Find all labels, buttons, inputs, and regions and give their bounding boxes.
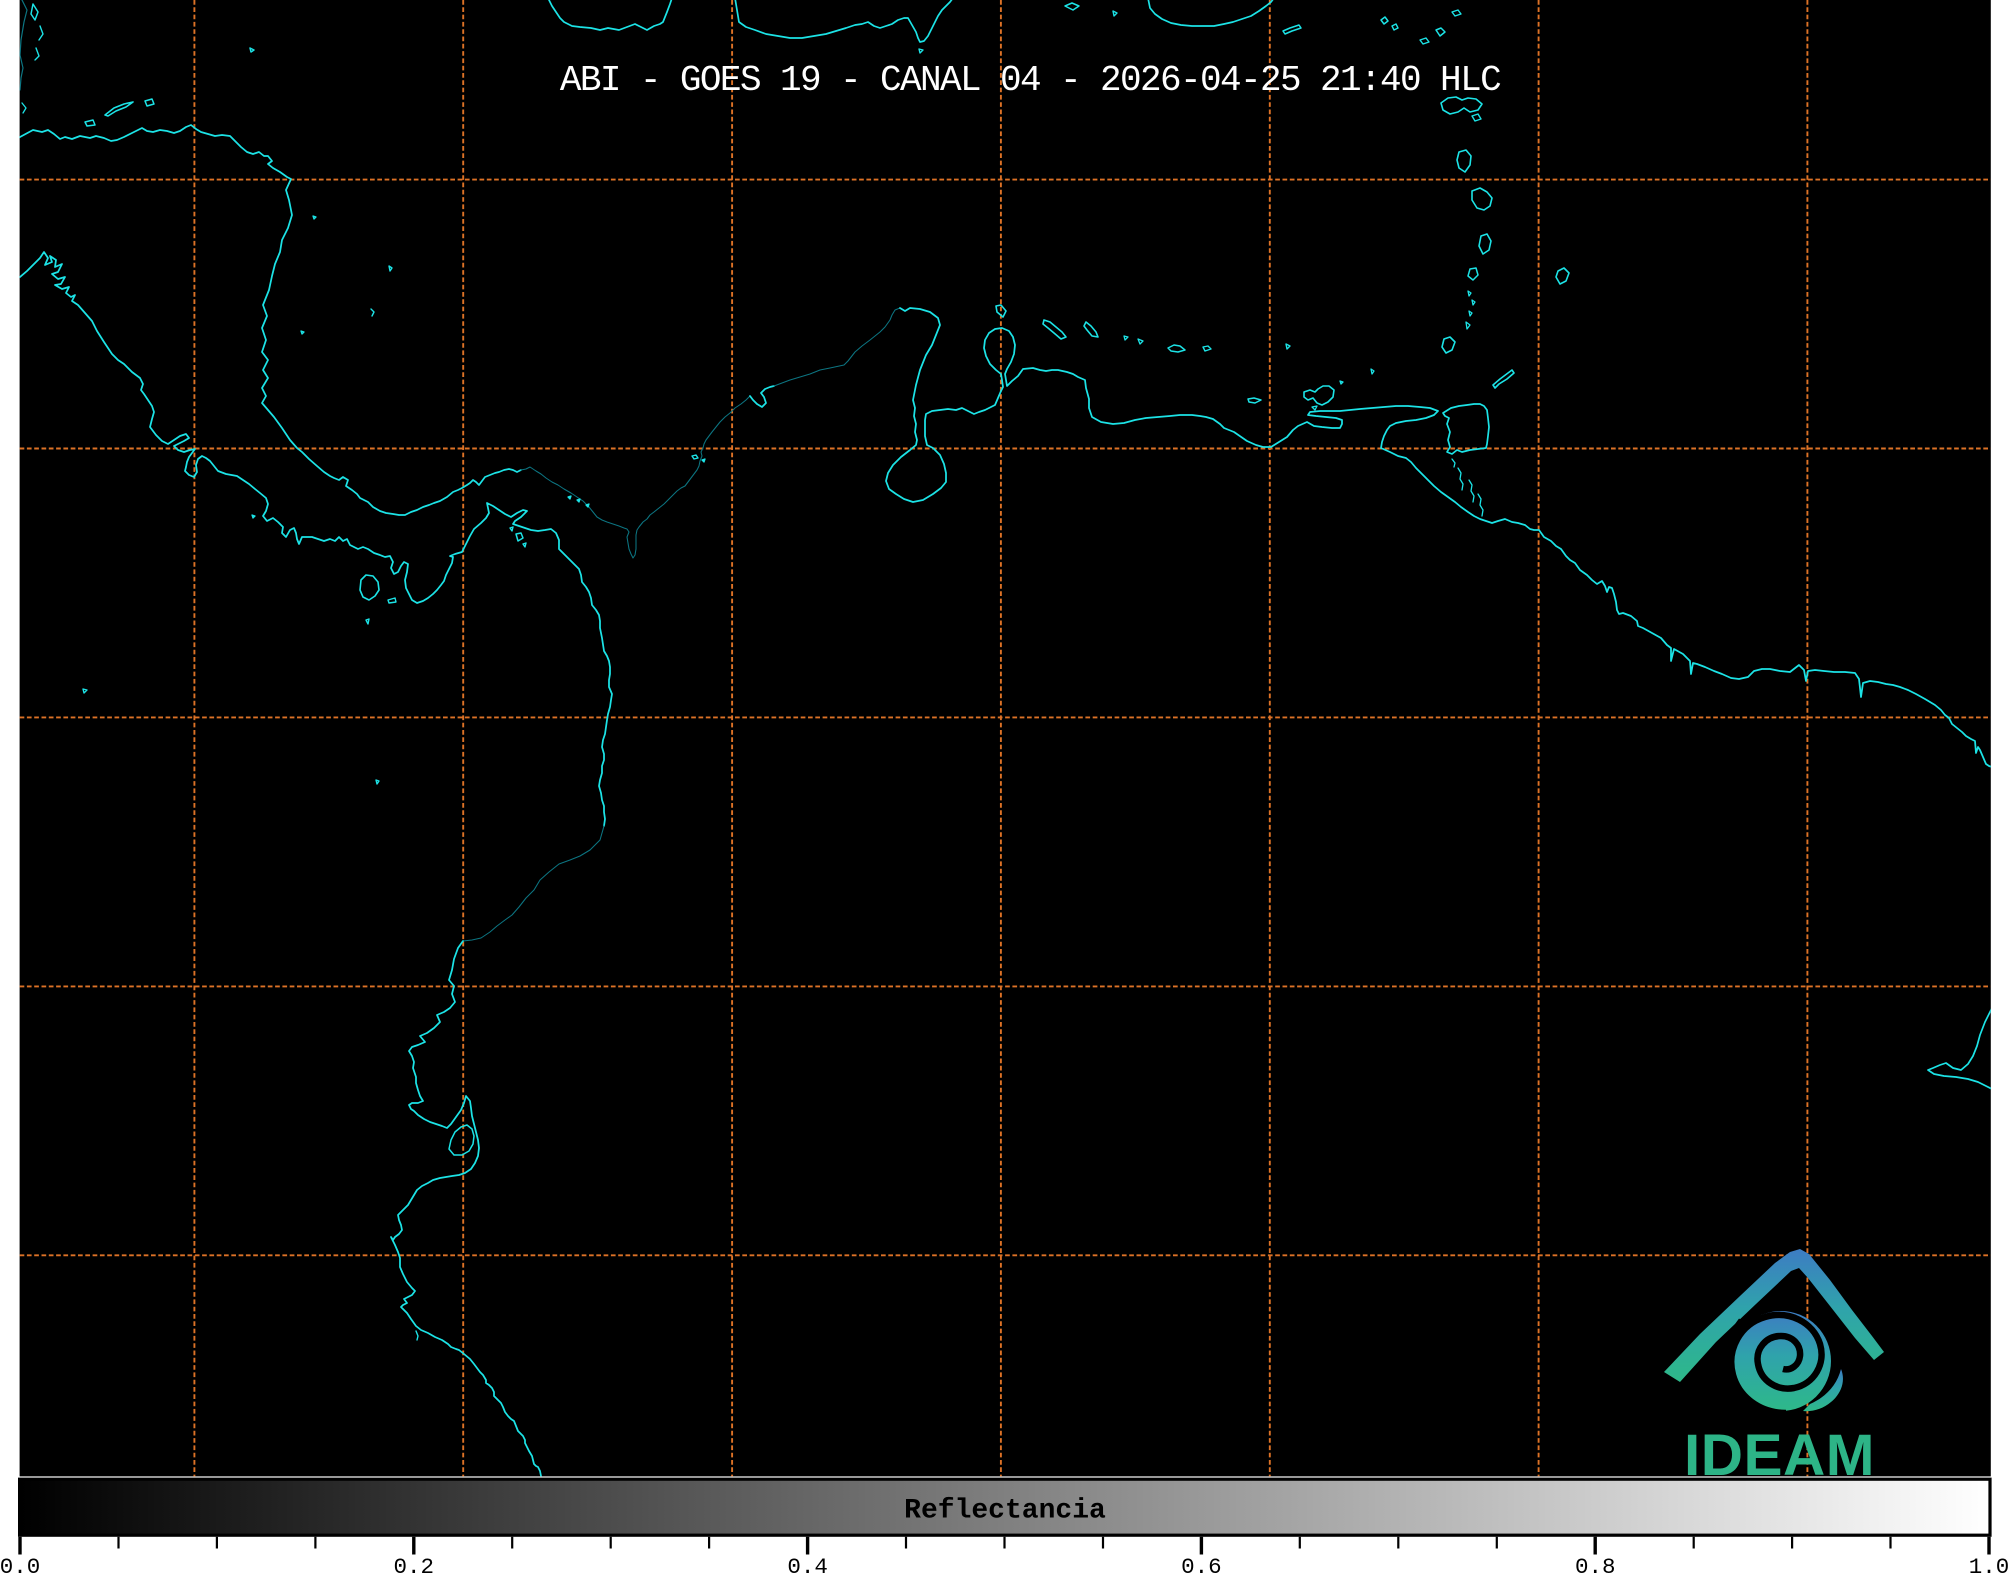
svg-text:0.8: 0.8: [1575, 1554, 1616, 1577]
svg-text:0.2: 0.2: [394, 1554, 435, 1577]
svg-text:0.6: 0.6: [1181, 1554, 1222, 1577]
svg-text:Reflectancia: Reflectancia: [904, 1496, 1106, 1527]
svg-text:1.0: 1.0: [1969, 1554, 2010, 1577]
svg-text:0.4: 0.4: [787, 1554, 828, 1577]
svg-text:ABI - GOES 19 - CANAL 04 - 202: ABI - GOES 19 - CANAL 04 - 2026-04-25 21…: [560, 60, 1501, 101]
svg-text:0.0: 0.0: [0, 1554, 40, 1577]
